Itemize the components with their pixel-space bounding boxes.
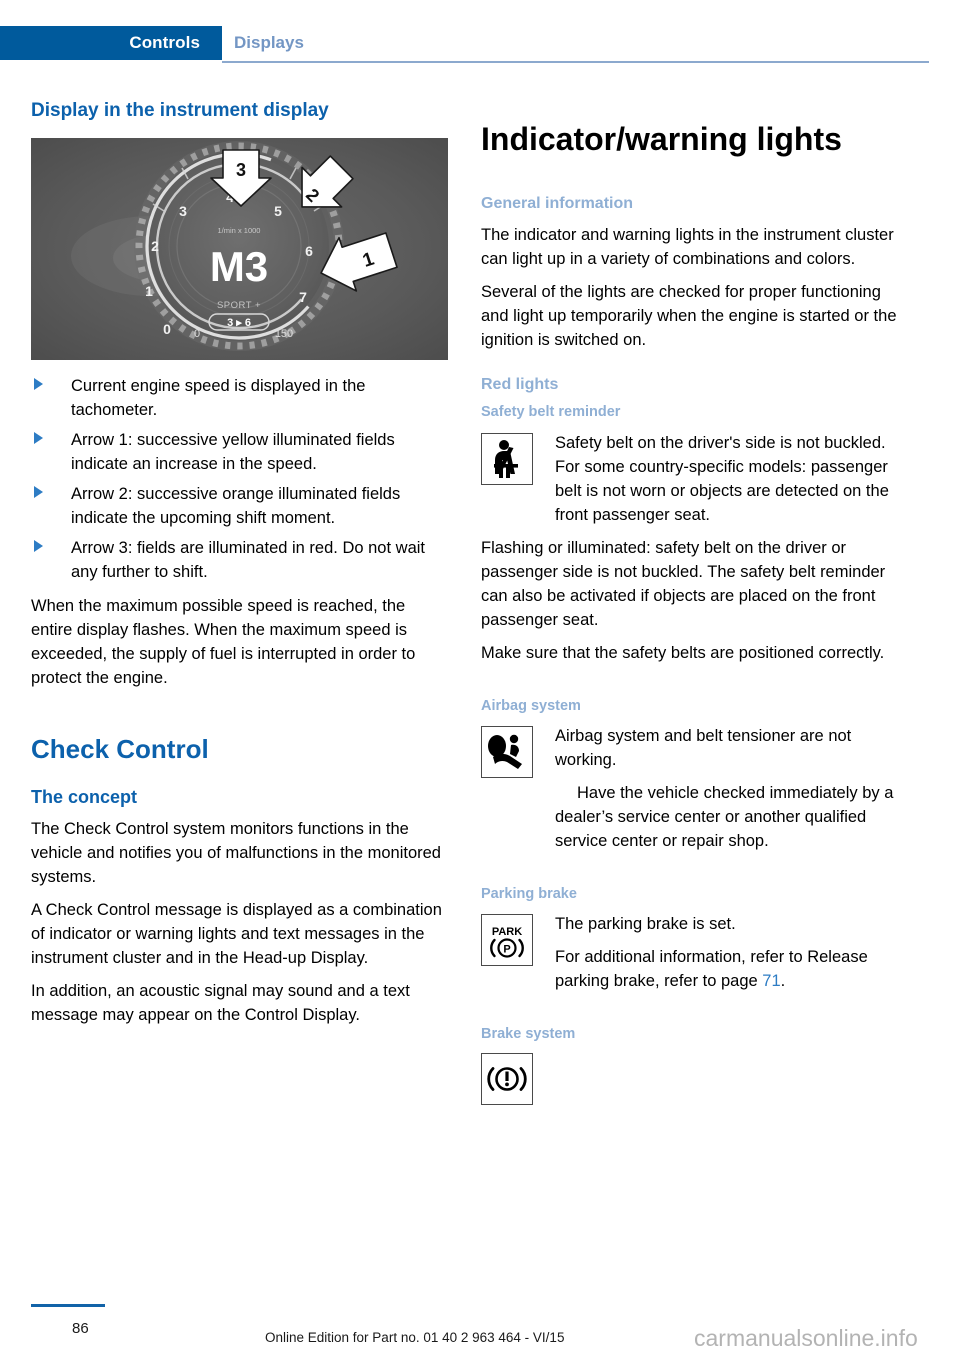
page-reference-link[interactable]: 71 [762,972,780,990]
subsection-title-airbag-system: Airbag system [481,697,581,714]
right-column: Indicator/warning lights General informa… [481,100,898,1105]
svg-text:2: 2 [151,238,159,254]
svg-text:0: 0 [194,328,200,340]
list-item-text: Arrow 1: successive yellow illuminated f… [71,430,395,473]
subsection-title-brake-system: Brake system [481,1026,576,1043]
triangle-bullet-icon [34,539,43,552]
footer-divider [31,1304,105,1307]
parking-brake-ref-period: . [780,972,786,991]
airbag-icon-paragraph: Airbag system and belt tensioner are not… [555,727,852,770]
page-number: 86 [72,1320,89,1337]
check-control-paragraph-2: A Check Control message is displayed as … [31,901,442,968]
parking-brake-icon: PARK P [481,914,533,967]
list-item: Current engine speed is displayed in the… [31,374,448,422]
subsection-title-red-lights: Red lights [481,376,559,394]
safety-belt-paragraph-1: Flashing or illuminated: safety belt on … [481,538,886,629]
safety-belt-icon-row: Safety belt on the driver's side is not … [481,431,898,527]
subsection-title-general-information: General information [481,194,634,212]
section-title-check-control: Check Control [31,733,209,764]
check-control-paragraph-1: The Check Control system monitors functi… [31,820,441,887]
svg-text:SPORT +: SPORT + [217,300,261,311]
airbag-icon-row: Airbag system and belt tensioner are not… [481,724,898,853]
parking-brake-icon-row: PARK P The parking brake is set. For add… [481,912,898,993]
svg-text:5: 5 [274,203,282,219]
section-title-indicator-warning-lights: Indicator/warning lights [481,121,842,158]
svg-text:3 ▸ 6: 3 ▸ 6 [227,317,251,329]
tab-controls[interactable]: Controls [0,26,222,60]
tach-unit-label: 1/min x 1000 [218,226,261,235]
svg-text:6: 6 [305,243,313,259]
header-divider [222,61,929,63]
svg-text:7: 7 [299,289,307,305]
safety-belt-icon-paragraph: Safety belt on the driver's side is not … [555,433,889,524]
safety-belt-paragraph-2: Make sure that the safety belts are posi… [481,643,885,662]
page-title-display-in-instrument-display: Display in the instrument display [31,100,329,121]
triangle-bullet-icon [34,431,43,444]
svg-text:1: 1 [145,283,153,299]
parking-brake-ref-text: For additional information, refer to Rel… [555,948,868,991]
list-item-text: Arrow 2: successive orange illuminated f… [71,484,401,527]
list-item-text: Arrow 3: fields are illuminated in red. … [71,538,425,581]
watermark-text: carmanualsonline.info [694,1325,918,1351]
general-info-paragraph-1: The indicator and warning lights in the … [481,226,894,269]
subsection-title-parking-brake: Parking brake [481,886,577,903]
seatbelt-reminder-icon [481,432,533,485]
svg-text:PARK: PARK [492,926,522,938]
subsection-title-safety-belt-reminder: Safety belt reminder [481,404,621,421]
triangle-bullet-icon [34,485,43,498]
svg-text:150: 150 [275,328,293,340]
subsection-title-the-concept: The concept [31,786,138,807]
airbag-paragraph-1: Have the vehicle checked immediately by … [555,784,894,851]
instrument-display-bullet-list: Current engine speed is displayed in the… [31,374,448,584]
tachometer-figure: 0 1 2 3 4 5 6 7 1/min x 1000 M3 SPORT + … [31,137,448,360]
footer-edition-text: Online Edition for Part no. 01 40 2 963 … [265,1330,565,1345]
brake-system-icon [481,1052,533,1105]
max-speed-paragraph: When the maximum possible speed is reach… [31,596,416,687]
parking-brake-paragraph-1: For additional information, refer to Rel… [555,945,898,993]
list-item: Arrow 3: fields are illuminated in red. … [31,536,448,584]
list-item: Arrow 2: successive orange illuminated f… [31,482,448,530]
page-header: Controls Displays [0,26,960,60]
check-control-paragraph-3: In addition, an acoustic signal may soun… [31,982,410,1025]
left-column: Display in the instrument display 0 1 2 … [31,100,448,1027]
triangle-bullet-icon [34,377,43,390]
general-info-paragraph-2: Several of the lights are checked for pr… [481,283,897,350]
tab-controls-label: Controls [129,33,200,52]
tab-displays[interactable]: Displays [234,33,304,53]
list-item-text: Current engine speed is displayed in the… [71,376,366,419]
svg-text:3: 3 [236,160,246,180]
svg-text:3: 3 [179,203,187,219]
list-item: Arrow 1: successive yellow illuminated f… [31,428,448,476]
tach-gear-display: M3 [210,243,268,290]
svg-text:P: P [503,944,510,956]
svg-text:0: 0 [163,321,171,337]
airbag-system-icon [481,726,533,779]
parking-brake-icon-paragraph: The parking brake is set. [555,915,736,934]
